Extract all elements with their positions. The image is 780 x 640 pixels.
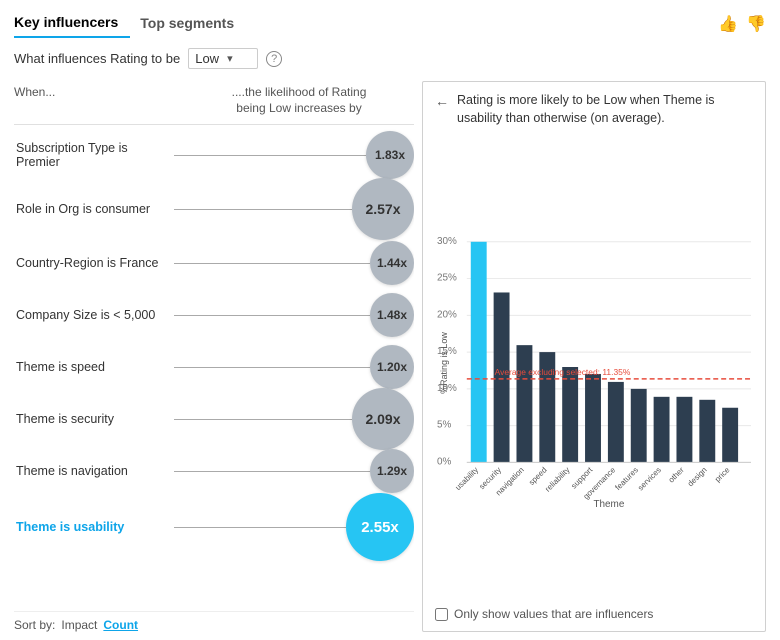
bar-services[interactable] xyxy=(654,397,670,463)
table-row[interactable]: Role in Org is consumer 2.57x xyxy=(14,181,414,237)
influencers-only-label: Only show values that are influencers xyxy=(454,607,653,621)
svg-text:0%: 0% xyxy=(437,456,452,467)
influencer-bubble: 1.20x xyxy=(370,345,414,389)
influencer-bubble: 1.48x xyxy=(370,293,414,337)
influencer-bubble: 1.44x xyxy=(370,241,414,285)
tabs-row: Key influencers Top segments 👍 👎 xyxy=(14,10,766,38)
filter-label: What influences Rating to be xyxy=(14,51,180,66)
influencer-bubble: 2.09x xyxy=(352,388,414,450)
table-row[interactable]: Theme is speed 1.20x xyxy=(14,341,414,393)
arrow-line xyxy=(174,367,370,368)
arrow-line xyxy=(174,155,366,156)
x-label-price: price xyxy=(713,465,732,484)
svg-text:25%: 25% xyxy=(437,273,457,284)
bar-chart-container: 30% 25% 20% 15% 10% 5% 0% %Rating is Low xyxy=(435,137,753,599)
bar-reliability[interactable] xyxy=(562,367,578,462)
right-panel-header: ← Rating is more likely to be Low when T… xyxy=(435,92,753,127)
influencer-bubble: 1.29x xyxy=(370,449,414,493)
help-icon[interactable]: ? xyxy=(266,51,282,67)
x-axis-title: Theme xyxy=(593,499,624,510)
arrow-line xyxy=(174,209,352,210)
arrow-line xyxy=(174,527,346,528)
x-label-features: features xyxy=(613,465,640,492)
influencer-arrow-area: 2.09x xyxy=(174,399,414,439)
influencer-label: Company Size is < 5,000 xyxy=(14,308,174,322)
bar-governance[interactable] xyxy=(608,382,624,462)
col-likelihood-header: ....the likelihood of Ratingbeing Low in… xyxy=(184,85,414,116)
bar-design[interactable] xyxy=(699,400,715,463)
thumbs-down-icon[interactable]: 👎 xyxy=(746,14,766,34)
influencer-label: Theme is security xyxy=(14,412,174,426)
influencer-bubble: 1.83x xyxy=(366,131,414,179)
influencer-bubble: 2.57x xyxy=(352,178,414,240)
chart-area: 30% 25% 20% 15% 10% 5% 0% %Rating is Low xyxy=(435,137,753,621)
arrow-line xyxy=(174,315,370,316)
table-row[interactable]: Theme is usability 2.55x xyxy=(14,497,414,557)
influencer-arrow-area: 1.20x xyxy=(174,347,414,387)
main-area: When... ....the likelihood of Ratingbein… xyxy=(14,81,766,632)
table-row[interactable]: Country-Region is France 1.44x xyxy=(14,237,414,289)
influencer-label: Role in Org is consumer xyxy=(14,202,174,216)
x-label-other: other xyxy=(667,465,686,484)
bar-security[interactable] xyxy=(494,292,510,462)
x-label-design: design xyxy=(686,465,709,488)
sort-label: Sort by: xyxy=(14,618,55,632)
bar-other[interactable] xyxy=(676,397,692,463)
thumbs-up-icon[interactable]: 👍 xyxy=(718,14,738,34)
influencer-bubble: 2.55x xyxy=(346,493,414,561)
col-when-header: When... xyxy=(14,85,184,116)
bar-features[interactable] xyxy=(631,389,647,463)
arrow-line xyxy=(174,263,370,264)
back-arrow-icon[interactable]: ← xyxy=(435,93,449,109)
table-row[interactable]: Company Size is < 5,000 1.48x xyxy=(14,289,414,341)
table-row[interactable]: Theme is navigation 1.29x xyxy=(14,445,414,497)
left-header: When... ....the likelihood of Ratingbein… xyxy=(14,81,414,125)
checkbox-row: Only show values that are influencers xyxy=(435,607,753,621)
right-panel: ← Rating is more likely to be Low when T… xyxy=(422,81,766,632)
bar-usability[interactable] xyxy=(471,242,487,463)
influencer-arrow-area: 2.57x xyxy=(174,189,414,229)
right-panel-title: Rating is more likely to be Low when The… xyxy=(457,92,753,127)
influencer-label: Theme is speed xyxy=(14,360,174,374)
sort-count[interactable]: Count xyxy=(103,618,138,632)
influencer-arrow-area: 1.44x xyxy=(174,243,414,283)
bar-support[interactable] xyxy=(585,374,601,462)
left-panel: When... ....the likelihood of Ratingbein… xyxy=(14,81,414,632)
average-line-label: Average excluding selected: 11.35% xyxy=(495,367,631,377)
x-label-reliability: reliability xyxy=(543,465,571,493)
svg-text:30%: 30% xyxy=(437,236,457,247)
chevron-down-icon: ▾ xyxy=(227,52,233,65)
influencer-arrow-area: 1.48x xyxy=(174,295,414,335)
influencer-arrow-area: 1.29x xyxy=(174,451,414,491)
influencer-label: Subscription Type is Premier xyxy=(14,141,174,169)
filter-dropdown[interactable]: Low ▾ xyxy=(188,48,258,69)
filter-row: What influences Rating to be Low ▾ ? xyxy=(14,48,766,69)
sort-impact[interactable]: Impact xyxy=(61,618,97,632)
influencer-label: Country-Region is France xyxy=(14,256,174,270)
arrow-line xyxy=(174,419,352,420)
bar-chart-svg: 30% 25% 20% 15% 10% 5% 0% %Rating is Low xyxy=(435,137,753,599)
influencer-label: Theme is usability xyxy=(14,520,174,534)
bar-price[interactable] xyxy=(722,408,738,463)
table-row[interactable]: Theme is security 2.09x xyxy=(14,393,414,445)
influencers-only-checkbox[interactable] xyxy=(435,608,448,621)
influencer-label: Theme is navigation xyxy=(14,464,174,478)
svg-text:5%: 5% xyxy=(437,420,452,431)
bar-navigation[interactable] xyxy=(516,345,532,462)
tab-key-influencers[interactable]: Key influencers xyxy=(14,10,130,38)
influencer-arrow-area: 2.55x xyxy=(174,507,414,547)
x-label-usability: usability xyxy=(453,465,480,492)
svg-text:%Rating is Low: %Rating is Low xyxy=(439,332,449,394)
svg-text:20%: 20% xyxy=(437,309,457,320)
influencer-list: Subscription Type is Premier 1.83x Role … xyxy=(14,129,414,607)
x-label-services: services xyxy=(636,465,663,492)
main-container: Key influencers Top segments 👍 👎 What in… xyxy=(0,0,780,640)
arrow-line xyxy=(174,471,370,472)
influencer-arrow-area: 1.83x xyxy=(174,135,414,175)
filter-value: Low xyxy=(195,51,219,66)
sort-row: Sort by: Impact Count xyxy=(14,611,414,632)
tab-top-segments[interactable]: Top segments xyxy=(140,11,246,37)
table-row[interactable]: Subscription Type is Premier 1.83x xyxy=(14,129,414,181)
tab-actions: 👍 👎 xyxy=(718,14,766,34)
